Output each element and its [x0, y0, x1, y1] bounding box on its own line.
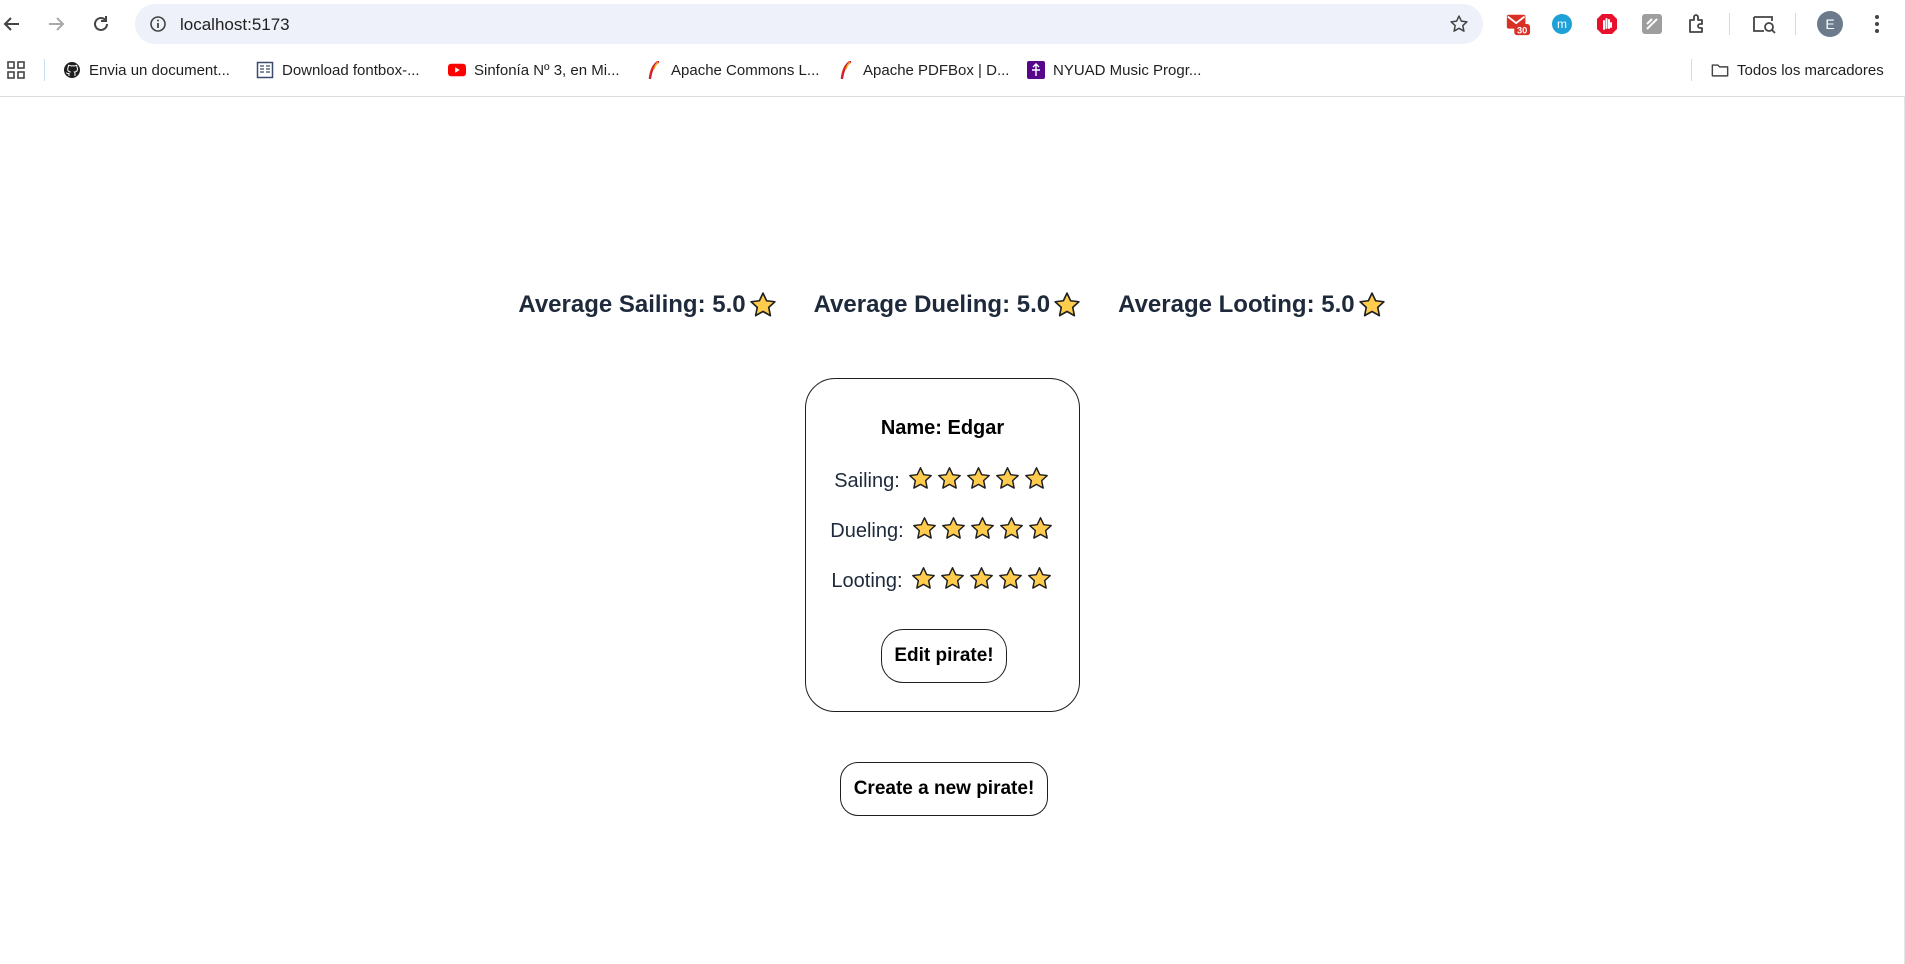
averages-row: Average Sailing: 5.0 Average Dueling: 5.… — [0, 290, 1905, 320]
bookmark-item[interactable]: Envia un document... — [63, 59, 230, 81]
star-rating — [909, 565, 1054, 598]
star-icon — [941, 517, 965, 539]
bookmark-label: Sinfonía Nº 3, en Mi... — [474, 61, 620, 79]
star-icon — [1027, 567, 1051, 589]
star-icon — [908, 467, 932, 489]
bookmarks-bar: Envia un document... Download fontbox-..… — [0, 57, 1905, 83]
reload-icon — [94, 16, 108, 31]
all-bookmarks-folder[interactable]: Todos los marcadores — [1711, 59, 1884, 81]
star-icon — [911, 567, 935, 589]
menu-kebab-icon[interactable] — [1864, 11, 1890, 37]
reload-button[interactable] — [89, 12, 113, 36]
bookmark-label: Envia un document... — [89, 61, 230, 79]
forward-button[interactable] — [44, 12, 68, 36]
rating-label: Sailing: — [834, 470, 900, 492]
star-icon — [969, 567, 993, 589]
site-info-icon[interactable] — [149, 15, 167, 38]
create-pirate-button[interactable]: Create a new pirate! — [840, 762, 1048, 816]
profile-avatar[interactable]: E — [1817, 11, 1843, 37]
toolbar-divider — [1729, 13, 1730, 35]
apache-feather-icon — [645, 61, 663, 79]
toolbar-divider — [1795, 13, 1796, 35]
bookmark-item[interactable]: Sinfonía Nº 3, en Mi... — [448, 59, 620, 81]
star-icon — [940, 567, 964, 589]
sailing-rating: Sailing: — [806, 465, 1079, 498]
apps-grid-icon[interactable] — [6, 59, 26, 81]
pirate-card: Name: Edgar Sailing: Dueling: Looting: E… — [805, 378, 1080, 712]
star-icon — [995, 467, 1019, 489]
dueling-rating: Dueling: — [806, 515, 1079, 548]
folder-icon — [1711, 61, 1729, 79]
address-bar[interactable]: localhost:5173 — [135, 4, 1483, 44]
star-icon — [1358, 292, 1385, 317]
star-icon — [1028, 517, 1052, 539]
mail-badge: 30 — [1517, 25, 1527, 35]
bookmark-star-icon[interactable] — [1449, 14, 1469, 39]
star-icon — [998, 567, 1022, 589]
average-looting-label: Average Looting: 5.0 — [1118, 291, 1355, 318]
bookmarks-divider — [1691, 59, 1692, 81]
nyuad-icon — [1027, 61, 1045, 79]
url-text[interactable]: localhost:5173 — [180, 15, 290, 35]
star-icon — [749, 292, 776, 317]
star-rating — [910, 515, 1055, 548]
star-icon — [1054, 292, 1080, 317]
m-extension-letter: m — [1557, 17, 1567, 31]
looting-rating: Looting: — [806, 565, 1079, 598]
star-icon — [966, 467, 990, 489]
forward-arrow-icon — [49, 17, 65, 31]
document-icon — [256, 61, 274, 79]
pirate-name: Name: Edgar — [880, 417, 1005, 439]
hand-extension-icon[interactable] — [1594, 11, 1620, 37]
edit-pirate-button[interactable]: Edit pirate! — [881, 629, 1007, 683]
bookmark-label: Apache Commons L... — [671, 61, 820, 79]
star-icon — [912, 517, 936, 539]
star-rating — [906, 465, 1051, 498]
average-sailing-label: Average Sailing: 5.0 — [518, 291, 746, 318]
star-icon — [937, 467, 961, 489]
bookmark-item[interactable]: Download fontbox-... — [256, 59, 420, 81]
rating-label: Looting: — [831, 570, 903, 592]
bookmarks-divider — [44, 59, 45, 81]
bookmark-label: Download fontbox-... — [282, 61, 420, 79]
apache-feather-icon — [837, 61, 855, 79]
rating-label: Dueling: — [830, 520, 904, 542]
m-extension-icon[interactable]: m — [1549, 11, 1575, 37]
bookmark-label: Apache PDFBox | D... — [863, 61, 1010, 79]
browser-chrome: localhost:5173 30 m E Envia un document.… — [0, 0, 1905, 97]
bookmark-item[interactable]: Apache PDFBox | D... — [837, 59, 1009, 81]
average-looting: Average Looting: 5.0 — [1118, 290, 1386, 320]
star-icon — [999, 517, 1023, 539]
mail-extension-icon[interactable]: 30 — [1505, 11, 1531, 37]
edit-extension-icon[interactable] — [1639, 11, 1665, 37]
average-dueling-label: Average Dueling: 5.0 — [813, 291, 1051, 318]
bookmark-label: NYUAD Music Progr... — [1053, 61, 1202, 79]
github-icon — [63, 61, 81, 79]
star-icon — [970, 517, 994, 539]
back-button[interactable] — [0, 12, 24, 36]
all-bookmarks-label: Todos los marcadores — [1737, 61, 1884, 79]
bookmark-item[interactable]: Apache Commons L... — [645, 59, 819, 81]
bookmark-item[interactable]: NYUAD Music Progr... — [1027, 59, 1201, 81]
youtube-icon — [448, 61, 466, 79]
back-arrow-icon — [3, 17, 19, 31]
extensions-puzzle-icon[interactable] — [1685, 11, 1711, 37]
tab-search-icon[interactable] — [1751, 11, 1777, 37]
average-dueling: Average Dueling: 5.0 — [814, 290, 1083, 320]
average-sailing: Average Sailing: 5.0 — [518, 290, 777, 320]
star-icon — [1024, 467, 1048, 489]
